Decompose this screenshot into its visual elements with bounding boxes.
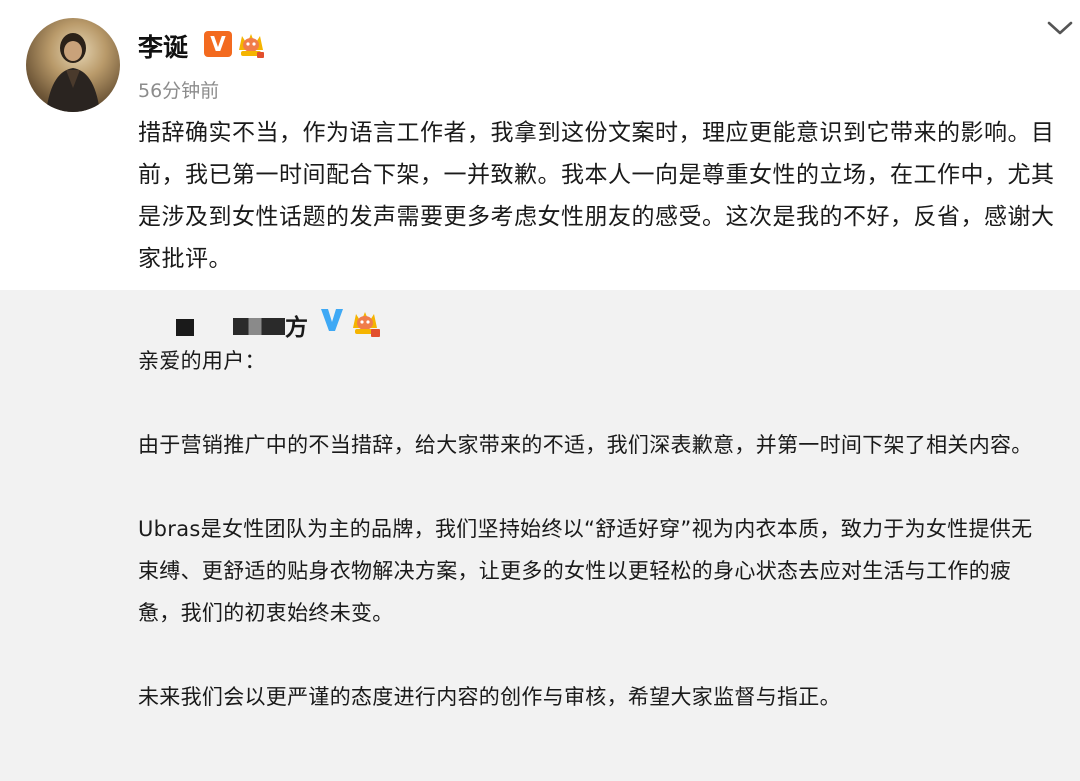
- redaction-block: [176, 319, 194, 336]
- avatar[interactable]: [26, 18, 120, 112]
- crown-badge-icon: [236, 30, 266, 60]
- notice-paragraph: 未来我们会以更严谨的态度进行内容的创作与审核，希望大家监督与指正。: [138, 685, 841, 709]
- redaction-block: [233, 318, 285, 335]
- blue-verified-icon: [318, 306, 346, 334]
- notice-text: 亲爱的用户： 由于营销推广中的不当措辞，给大家带来的不适，我们深表歉意，并第一时…: [138, 340, 1050, 718]
- crown-badge-icon: [350, 308, 382, 338]
- notice-paragraph: Ubras是女性团队为主的品牌，我们坚持始终以“舒适好穿”视为内衣本质，致力于为…: [138, 517, 1033, 625]
- verified-badge-icon: V: [204, 31, 232, 57]
- chevron-down-icon[interactable]: [1046, 18, 1074, 38]
- post-body-text: 措辞确实不当，作为语言工作者，我拿到这份文案时，理应更能意识到它带来的影响。目前…: [138, 120, 1055, 272]
- notice-salutation: 亲爱的用户：: [138, 349, 266, 373]
- post-author-name[interactable]: 李诞: [138, 28, 188, 64]
- post-time[interactable]: 56分钟前: [138, 76, 219, 103]
- notice-paragraph: 由于营销推广中的不当措辞，给大家带来的不适，我们深表歉意，并第一时间下架了相关内…: [138, 433, 1033, 457]
- repost-account-name[interactable]: 方: [285, 308, 308, 342]
